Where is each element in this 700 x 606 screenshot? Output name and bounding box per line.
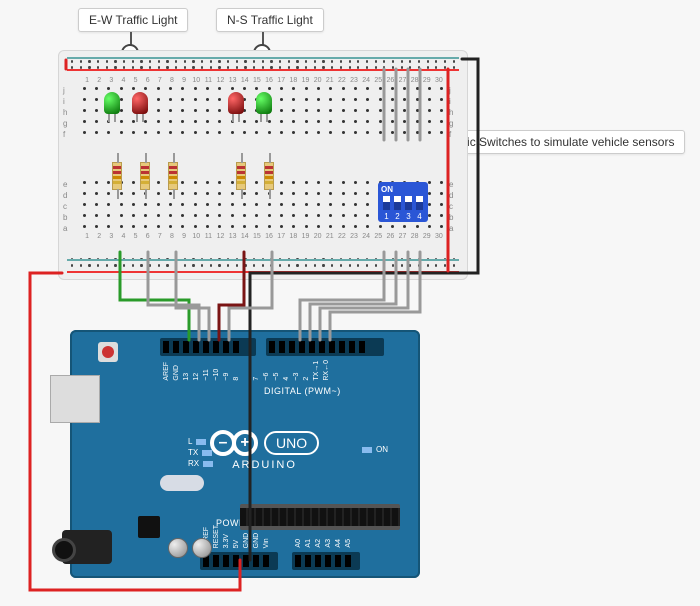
- ew-light-label: E-W Traffic Light: [78, 8, 188, 32]
- atmega-chip: [240, 504, 400, 530]
- dip-switch[interactable]: ON 1 2 3 4: [378, 182, 428, 222]
- power-header[interactable]: [200, 552, 278, 570]
- digital-header-left[interactable]: [160, 338, 256, 356]
- reset-button[interactable]: [98, 342, 118, 362]
- red-led: [132, 92, 148, 114]
- resistor: [112, 162, 122, 190]
- digital-section-label: DIGITAL (PWM~): [264, 386, 341, 396]
- tx-rx-leds: L TX RX: [188, 437, 213, 470]
- arduino-logo: –+ UNO ARDUINO: [210, 430, 319, 471]
- ns-light-label: N-S Traffic Light: [216, 8, 324, 32]
- dip-sw-3[interactable]: [405, 196, 412, 210]
- circuit-diagram: E-W Traffic Light N-S Traffic Light Logi…: [0, 0, 700, 606]
- usb-port: [50, 375, 100, 423]
- dip-on-label: ON: [381, 185, 425, 194]
- resistor: [236, 162, 246, 190]
- capacitor: [192, 538, 212, 558]
- red-led: [228, 92, 244, 114]
- resistor: [140, 162, 150, 190]
- green-led: [256, 92, 272, 114]
- resistor: [264, 162, 274, 190]
- power-jack: [62, 530, 112, 564]
- dip-sw-2[interactable]: [394, 196, 401, 210]
- sensor-label: Logic Switches to simulate vehicle senso…: [436, 130, 685, 154]
- green-led: [104, 92, 120, 114]
- digital-header-right[interactable]: [266, 338, 384, 356]
- regulator-chip: [138, 516, 160, 538]
- resistor: [168, 162, 178, 190]
- digital-pin-labels: AREFGND1312~11~10~987~6~54~32TX→1RX←0: [163, 360, 329, 381]
- dip-sw-1[interactable]: [383, 196, 390, 210]
- analog-header[interactable]: [292, 552, 360, 570]
- power-led: ON: [362, 445, 388, 454]
- capacitor: [168, 538, 188, 558]
- arduino-uno: AREFGND1312~11~10~987~6~54~32TX→1RX←0 DI…: [70, 330, 420, 578]
- crystal: [160, 475, 204, 491]
- analog-pin-labels: A0A1A2A3A4A5: [295, 539, 351, 548]
- dip-sw-4[interactable]: [416, 196, 423, 210]
